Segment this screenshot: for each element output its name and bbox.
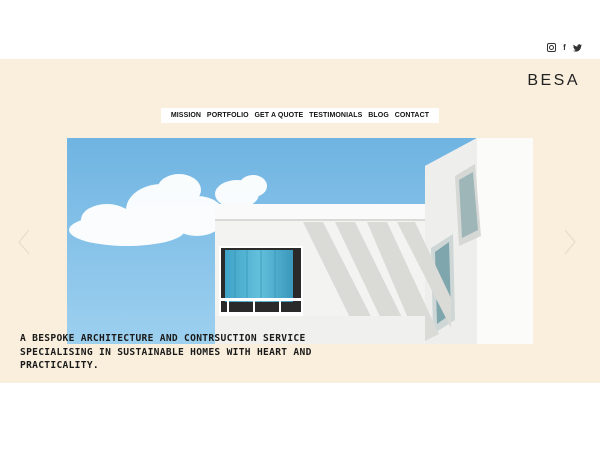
brand-logo[interactable]: BESA	[527, 72, 580, 90]
nav-item-portfolio[interactable]: PORTFOLIO	[207, 112, 249, 119]
nav-item-get-a-quote[interactable]: GET A QUOTE	[254, 112, 303, 119]
nav-item-blog[interactable]: BLOG	[368, 112, 389, 119]
chevron-right-icon[interactable]	[562, 228, 578, 256]
hero-tagline: A BESPOKE ARCHITECTURE AND CONTRSUCTION …	[20, 333, 312, 371]
facebook-icon[interactable]: f	[560, 43, 569, 52]
twitter-icon[interactable]	[573, 43, 582, 52]
chevron-left-icon[interactable]	[16, 228, 32, 256]
hero-image[interactable]	[67, 138, 533, 344]
nav-item-contact[interactable]: CONTACT	[395, 112, 429, 119]
social-links: f	[547, 43, 582, 52]
instagram-icon[interactable]	[547, 43, 556, 52]
nav-item-mission[interactable]: MISSION	[171, 112, 201, 119]
main-nav: MISSION PORTFOLIO GET A QUOTE TESTIMONIA…	[161, 108, 439, 123]
nav-item-testimonials[interactable]: TESTIMONIALS	[309, 112, 362, 119]
